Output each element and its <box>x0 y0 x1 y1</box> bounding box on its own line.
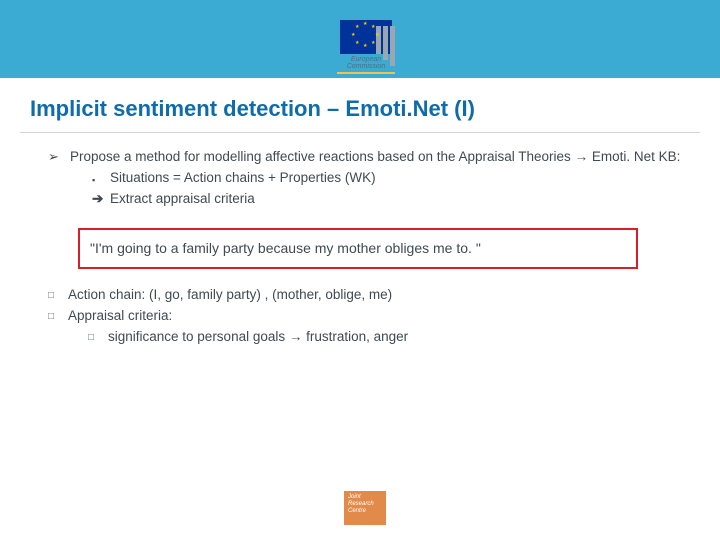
square-bullet-icon: ▪ <box>92 175 95 185</box>
arrow-bullet-icon: ➔ <box>92 191 103 206</box>
bullet-appraisal-sub: □ significance to personal goals → frust… <box>48 327 684 348</box>
bullet-main: ➢ Propose a method for modelling affecti… <box>48 147 684 168</box>
bullet-action-chain-text: Action chain: (I, go, family party) , (m… <box>68 285 392 306</box>
bullet-appraisal-sub-text: significance to personal goals → frustra… <box>108 327 408 348</box>
arrow-right-icon: → <box>575 149 589 164</box>
quote-box: "I'm going to a family party because my … <box>78 228 638 270</box>
hollow-square-bullet-icon: □ <box>48 311 54 322</box>
footer-badge: Joint Research Centre <box>344 491 386 525</box>
bullet-sub-situations: ▪ Situations = Action chains + Propertie… <box>48 168 684 189</box>
hollow-square-bullet-icon: □ <box>88 332 94 343</box>
triangle-bullet-icon: ➢ <box>48 149 59 164</box>
bullet-sub-situations-text: Situations = Action chains + Properties … <box>110 168 376 189</box>
bullet-action-chain: □ Action chain: (I, go, family party) , … <box>48 285 684 306</box>
logo-underline <box>337 72 395 74</box>
bullet-appraisal: □ Appraisal criteria: <box>48 306 684 327</box>
slide-title: Implicit sentiment detection – Emoti.Net… <box>0 78 720 128</box>
bullet-sub-extract-text: Extract appraisal criteria <box>110 189 255 210</box>
ec-logo: ★ ★ ★ ★ ★ ★ ★ ★ European Commission <box>330 20 402 74</box>
bullet-sub-extract: ➔ Extract appraisal criteria <box>48 189 684 210</box>
bullet-main-text: Propose a method for modelling affective… <box>70 147 680 168</box>
title-divider <box>20 132 700 133</box>
bullet-appraisal-text: Appraisal criteria: <box>68 306 172 327</box>
slide-body: ➢ Propose a method for modelling affecti… <box>0 147 720 348</box>
arrow-right-icon: → <box>289 329 303 344</box>
header-banner: ★ ★ ★ ★ ★ ★ ★ ★ European Commission <box>0 0 720 78</box>
hollow-square-bullet-icon: □ <box>48 290 54 301</box>
